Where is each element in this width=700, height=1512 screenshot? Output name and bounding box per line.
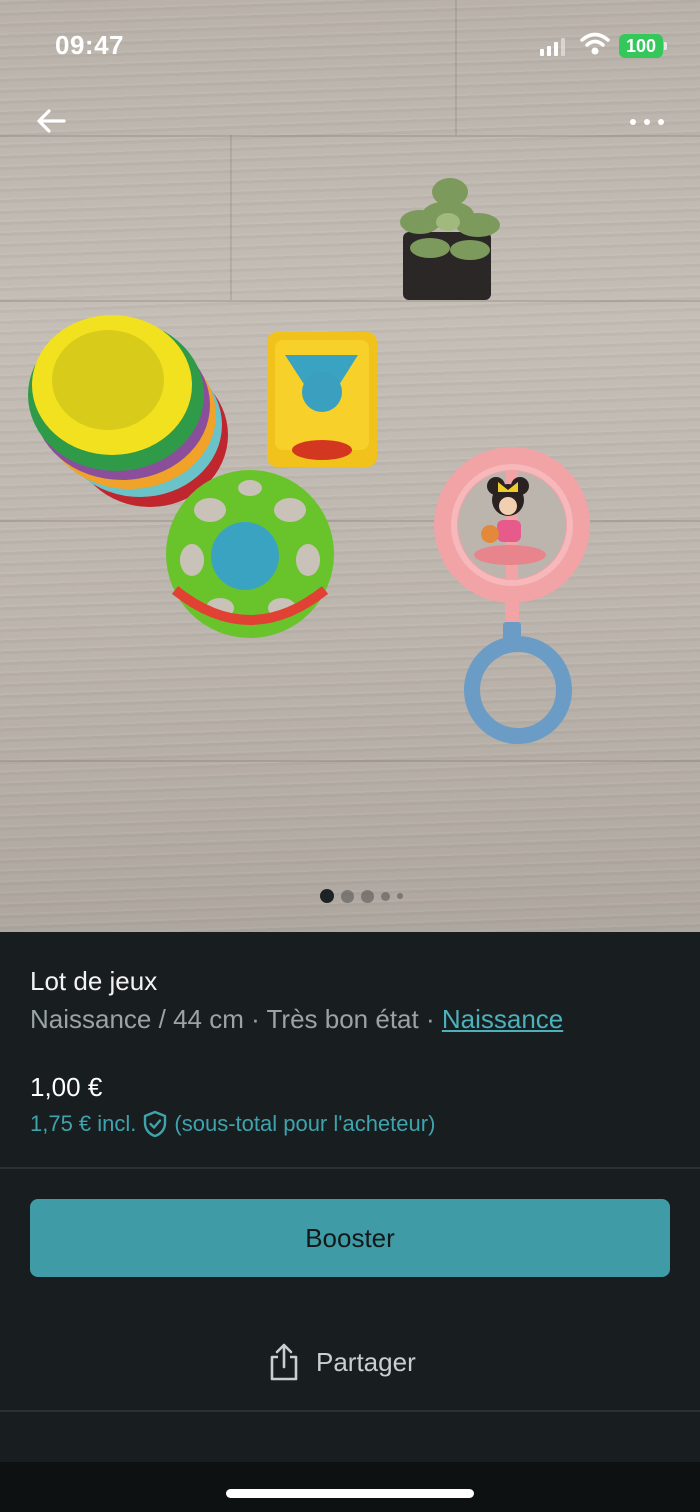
- item-title: Lot de jeux: [30, 966, 158, 996]
- battery-indicator: 100: [619, 34, 663, 58]
- pager-dot[interactable]: [341, 889, 354, 903]
- divider: [0, 1167, 700, 1169]
- item-meta-text: Naissance / 44 cm · Très bon état ·: [30, 1004, 442, 1034]
- wifi-icon: [580, 32, 610, 55]
- back-button[interactable]: [30, 100, 72, 142]
- more-options-button[interactable]: [622, 104, 674, 140]
- buyer-note: (sous-total pour l'acheteur): [174, 1111, 436, 1136]
- cellular-signal-icon: [540, 38, 565, 56]
- more-dots-icon: [630, 119, 664, 125]
- share-icon: [270, 1343, 298, 1381]
- photo-pager[interactable]: [320, 888, 403, 904]
- buyer-price-row[interactable]: 1,75 € incl. (sous-total pour l'acheteur…: [30, 1110, 435, 1138]
- item-details: Lot de jeux Naissance / 44 cm · Très bon…: [0, 932, 700, 1462]
- buyer-protection-shield-icon[interactable]: [142, 1110, 168, 1138]
- home-indicator[interactable]: [226, 1489, 474, 1498]
- share-button[interactable]: Partager: [268, 1340, 416, 1384]
- status-time: 09:47: [55, 30, 124, 60]
- pager-dot[interactable]: [361, 889, 374, 903]
- category-link[interactable]: Naissance: [442, 1004, 563, 1034]
- toys-illustration: [28, 178, 590, 744]
- item-price: 1,00 €: [30, 1072, 103, 1102]
- battery-tip: [664, 42, 667, 50]
- status-bar: 09:47 100: [0, 0, 700, 90]
- pager-dot[interactable]: [397, 893, 403, 899]
- share-label: Partager: [316, 1346, 416, 1377]
- pager-dot[interactable]: [381, 891, 390, 901]
- item-meta: Naissance / 44 cm · Très bon état · Nais…: [30, 1004, 563, 1035]
- back-arrow-icon: [37, 109, 66, 133]
- pager-dot-active[interactable]: [320, 889, 334, 903]
- divider: [0, 1410, 700, 1412]
- buyer-price: 1,75 € incl.: [30, 1111, 137, 1136]
- bottom-bar: [0, 1462, 700, 1512]
- item-photo[interactable]: 09:47 100: [0, 0, 700, 932]
- booster-button[interactable]: Booster: [30, 1199, 670, 1277]
